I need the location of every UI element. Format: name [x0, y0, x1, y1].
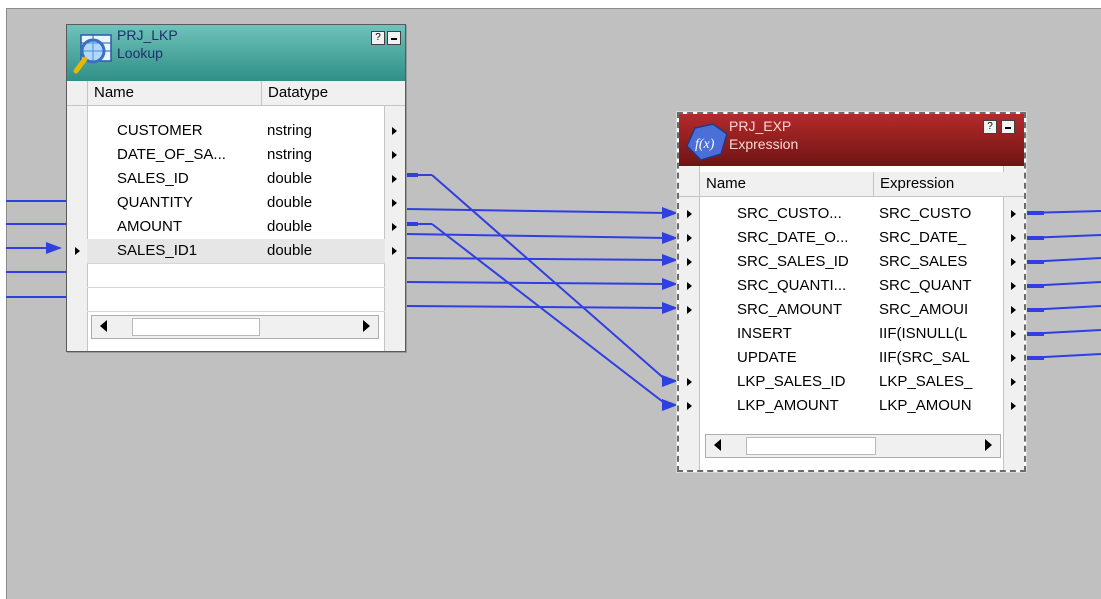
port-right-arrow[interactable] — [392, 247, 397, 255]
help-button[interactable]: ? — [983, 120, 997, 134]
scroll-right-arrow[interactable] — [985, 439, 992, 451]
row-selector-arrow[interactable] — [687, 282, 692, 290]
port-expression[interactable]: IIF(SRC_SAL — [879, 346, 999, 370]
column-header-name[interactable]: Name — [87, 81, 261, 105]
scroll-thumb[interactable] — [132, 318, 260, 336]
port-expression[interactable]: SRC_SALES — [879, 250, 999, 274]
port-right-arrow[interactable] — [392, 151, 397, 159]
port-name: LKP_AMOUNT — [737, 397, 839, 414]
port-right-arrow[interactable] — [392, 199, 397, 207]
lookup-port-grid[interactable]: Name Datatype CUSTOMER nstring DATE_OF_S… — [67, 81, 405, 351]
port-row-selected[interactable]: SALES_ID1 double — [87, 239, 385, 263]
port-expression[interactable]: LKP_SALES_ — [879, 370, 999, 394]
row-selector-arrow[interactable] — [687, 210, 692, 218]
port-row[interactable]: QUANTITY double — [67, 191, 405, 215]
port-name: AMOUNT — [117, 218, 182, 235]
expression-header[interactable]: f(x) PRJ_EXP Expression ? — [679, 114, 1024, 166]
port-name: SRC_DATE_O... — [737, 229, 849, 246]
port-name: SRC_QUANTI... — [737, 277, 847, 294]
expression-port-grid[interactable]: Name Expression SRC_CUSTO... SRC_CUSTO S… — [679, 166, 1024, 470]
port-name: UPDATE — [737, 349, 797, 366]
port-row[interactable]: LKP_SALES_ID LKP_SALES_ — [679, 370, 1024, 394]
port-expression[interactable]: SRC_CUSTO — [879, 202, 999, 226]
scroll-thumb[interactable] — [746, 437, 876, 455]
help-button[interactable]: ? — [371, 31, 385, 45]
port-row[interactable]: INSERT IIF(ISNULL(L — [679, 322, 1024, 346]
port-datatype: nstring — [267, 146, 313, 163]
port-right-arrow[interactable] — [1011, 330, 1016, 338]
row-selector-arrow[interactable] — [687, 234, 692, 242]
port-right-arrow[interactable] — [1011, 234, 1016, 242]
port-name: CUSTOMER — [117, 122, 203, 139]
row-selector-arrow[interactable] — [687, 258, 692, 266]
port-name: DATE_OF_SA... — [117, 146, 226, 163]
port-name: SRC_AMOUNT — [737, 301, 843, 318]
port-datatype: double — [267, 218, 313, 235]
column-header-expression[interactable]: Expression — [873, 172, 1004, 196]
row-selector-arrow[interactable] — [687, 402, 692, 410]
port-right-arrow[interactable] — [1011, 378, 1016, 386]
port-row[interactable]: DATE_OF_SA... nstring — [67, 143, 405, 167]
port-right-arrow[interactable] — [1011, 282, 1016, 290]
port-row[interactable]: SALES_ID double — [67, 167, 405, 191]
port-expression[interactable]: SRC_QUANT — [879, 274, 999, 298]
port-name: SRC_SALES_ID — [737, 253, 849, 270]
port-right-arrow[interactable] — [1011, 306, 1016, 314]
port-right-arrow[interactable] — [392, 175, 397, 183]
port-row[interactable]: SRC_QUANTI... SRC_QUANT — [679, 274, 1024, 298]
port-name: SRC_CUSTO... — [737, 205, 842, 222]
port-expression[interactable]: SRC_DATE_ — [879, 226, 999, 250]
port-datatype: double — [267, 194, 313, 211]
port-expression[interactable]: LKP_AMOUN — [879, 394, 999, 418]
port-row[interactable]: AMOUNT double — [67, 215, 405, 239]
minimize-button[interactable] — [1001, 120, 1015, 134]
port-right-arrow[interactable] — [1011, 258, 1016, 266]
port-row[interactable]: CUSTOMER nstring — [67, 119, 405, 143]
column-header-datatype[interactable]: Datatype — [261, 81, 385, 105]
horizontal-scrollbar[interactable] — [91, 315, 379, 339]
horizontal-scrollbar[interactable] — [705, 434, 1001, 458]
lookup-header[interactable]: PRJ_LKP Lookup ? — [67, 25, 405, 81]
port-datatype: double — [267, 242, 313, 259]
expression-transformation[interactable]: f(x) PRJ_EXP Expression ? Name Expressio… — [676, 111, 1027, 473]
port-row[interactable]: SRC_SALES_ID SRC_SALES — [679, 250, 1024, 274]
lookup-name: PRJ_LKP — [117, 27, 178, 43]
port-row[interactable]: SRC_DATE_O... SRC_DATE_ — [679, 226, 1024, 250]
expression-type: Expression — [729, 136, 799, 152]
expression-name: PRJ_EXP — [729, 118, 792, 134]
column-header-name[interactable]: Name — [699, 172, 873, 196]
port-right-arrow[interactable] — [1011, 210, 1016, 218]
minimize-button[interactable] — [387, 31, 401, 45]
port-name: INSERT — [737, 325, 792, 342]
scroll-right-arrow[interactable] — [363, 320, 370, 332]
svg-text:f(x): f(x) — [695, 137, 715, 152]
port-name: SALES_ID — [117, 170, 189, 187]
port-right-arrow[interactable] — [1011, 354, 1016, 362]
expression-icon: f(x) — [686, 123, 728, 161]
port-row[interactable]: UPDATE IIF(SRC_SAL — [679, 346, 1024, 370]
lookup-icon — [73, 34, 112, 74]
port-right-arrow[interactable] — [1011, 402, 1016, 410]
port-name: SALES_ID1 — [117, 242, 198, 259]
grid-header: Name Expression — [679, 172, 1024, 197]
scroll-left-arrow[interactable] — [100, 320, 107, 332]
row-selector-arrow[interactable] — [687, 378, 692, 386]
port-right-arrow[interactable] — [392, 223, 397, 231]
row-selector-arrow[interactable] — [75, 247, 80, 255]
port-name: QUANTITY — [117, 194, 193, 211]
port-datatype: double — [267, 170, 313, 187]
port-expression[interactable]: SRC_AMOUI — [879, 298, 999, 322]
scroll-left-arrow[interactable] — [714, 439, 721, 451]
port-row[interactable]: LKP_AMOUNT LKP_AMOUN — [679, 394, 1024, 418]
port-name: LKP_SALES_ID — [737, 373, 846, 390]
row-selector-arrow[interactable] — [687, 306, 692, 314]
port-expression[interactable]: IIF(ISNULL(L — [879, 322, 999, 346]
lookup-transformation[interactable]: PRJ_LKP Lookup ? Name Datatype CUSTOMER … — [66, 24, 406, 352]
port-right-arrow[interactable] — [392, 127, 397, 135]
port-row[interactable]: SRC_AMOUNT SRC_AMOUI — [679, 298, 1024, 322]
grid-header: Name Datatype — [67, 81, 405, 106]
lookup-type: Lookup — [117, 45, 163, 61]
port-row[interactable]: SRC_CUSTO... SRC_CUSTO — [679, 202, 1024, 226]
port-datatype: nstring — [267, 122, 313, 139]
